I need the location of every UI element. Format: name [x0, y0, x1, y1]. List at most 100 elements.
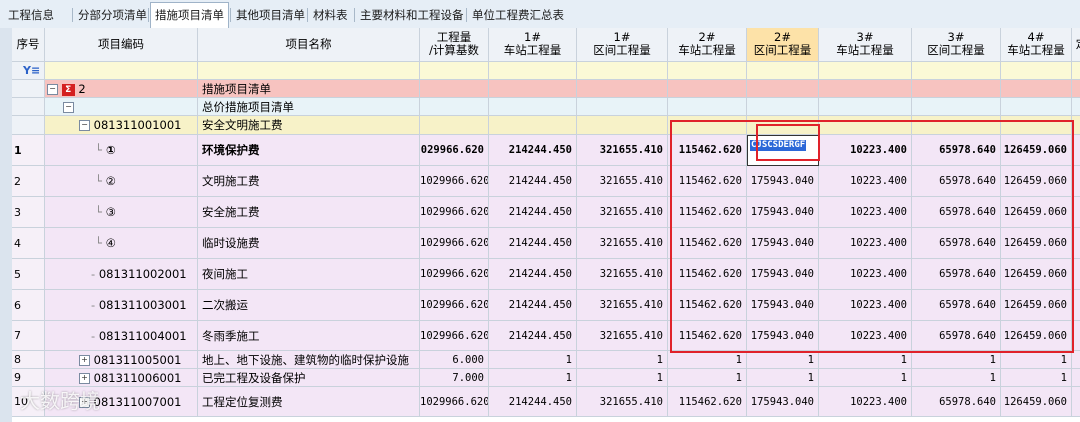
tab-1[interactable]: 分部分项清单: [74, 3, 151, 27]
row-value[interactable]: 1: [577, 351, 668, 369]
row-value[interactable]: 126459.060: [1001, 321, 1072, 351]
row-value[interactable]: 321655.410: [577, 290, 668, 321]
column-header-3[interactable]: 工程量/计算基数: [420, 28, 489, 62]
row-value[interactable]: 126459.060: [1001, 197, 1072, 228]
row-value[interactable]: 1029966.620: [420, 290, 489, 321]
filter-cell[interactable]: [577, 62, 668, 80]
row-value[interactable]: 1029966.620: [420, 228, 489, 259]
expand-icon[interactable]: +: [79, 355, 90, 366]
row-value[interactable]: 1029966.620: [420, 387, 489, 417]
row-value[interactable]: 214244.450: [489, 321, 577, 351]
row-value[interactable]: 1: [668, 369, 747, 387]
row-value[interactable]: [747, 98, 819, 116]
row-value[interactable]: 115462.620: [668, 387, 747, 417]
row-value[interactable]: [1001, 80, 1072, 98]
column-header-4[interactable]: 1# 车站工程量: [489, 28, 577, 62]
row-value[interactable]: 1: [1001, 351, 1072, 369]
filter-cell[interactable]: [1001, 62, 1072, 80]
row-value[interactable]: 214244.450: [489, 228, 577, 259]
row-value[interactable]: 1: [912, 351, 1001, 369]
row-value[interactable]: 1: [819, 369, 912, 387]
filter-cell[interactable]: [198, 62, 420, 80]
row-name[interactable]: 环境保护费: [198, 135, 420, 166]
column-header-7[interactable]: 2# 区间工程量: [747, 28, 819, 62]
row-value[interactable]: [912, 116, 1001, 135]
row-name[interactable]: 已完工程及设备保护: [198, 369, 420, 387]
row-value[interactable]: 115462.620: [668, 166, 747, 197]
collapse-icon[interactable]: −: [79, 120, 90, 131]
row-value[interactable]: [747, 116, 819, 135]
filter-cell[interactable]: [912, 62, 1001, 80]
filter-cell[interactable]: [489, 62, 577, 80]
row-value[interactable]: 115462.620: [668, 135, 747, 166]
row-value[interactable]: 10223.400: [819, 259, 912, 290]
row-value[interactable]: 029966.620: [420, 135, 489, 166]
row-value[interactable]: [489, 98, 577, 116]
row-name[interactable]: 安全文明施工费: [198, 116, 420, 135]
row-value[interactable]: 1: [577, 369, 668, 387]
row-value[interactable]: [819, 80, 912, 98]
row-value[interactable]: 175943.040: [747, 321, 819, 351]
expand-icon[interactable]: +: [79, 373, 90, 384]
column-header-1[interactable]: 项目编码: [45, 28, 198, 62]
row-value[interactable]: 175943.040: [747, 228, 819, 259]
row-value[interactable]: [668, 116, 747, 135]
row-value[interactable]: 115462.620: [668, 259, 747, 290]
row-value[interactable]: 321655.410: [577, 228, 668, 259]
tab-0[interactable]: 工程信息: [4, 3, 58, 27]
column-header-9[interactable]: 3# 区间工程量: [912, 28, 1001, 62]
row-code[interactable]: - 081311004001: [45, 321, 198, 351]
row-value[interactable]: 321655.410: [577, 259, 668, 290]
row-code[interactable]: − 081311001001: [45, 116, 198, 135]
row-value[interactable]: [912, 98, 1001, 116]
row-value[interactable]: [420, 80, 489, 98]
row-code[interactable]: └ ①: [45, 135, 198, 166]
row-value[interactable]: 7.000: [420, 369, 489, 387]
row-value[interactable]: 1: [489, 351, 577, 369]
row-value[interactable]: 10223.400: [819, 135, 912, 166]
row-value[interactable]: 1: [747, 369, 819, 387]
row-name[interactable]: 总价措施项目清单: [198, 98, 420, 116]
row-value[interactable]: 115462.620: [668, 197, 747, 228]
row-code[interactable]: − Σ 2: [45, 80, 198, 98]
row-value[interactable]: [420, 116, 489, 135]
row-value[interactable]: 214244.450: [489, 259, 577, 290]
funnel-icon[interactable]: Y≡: [23, 64, 40, 77]
row-value[interactable]: 126459.060: [1001, 387, 1072, 417]
filter-cell[interactable]: [668, 62, 747, 80]
row-value[interactable]: 10223.400: [819, 321, 912, 351]
row-code[interactable]: └ ②: [45, 166, 198, 197]
row-value[interactable]: 321655.410: [577, 321, 668, 351]
row-value[interactable]: 175943.040: [747, 290, 819, 321]
row-name[interactable]: 措施项目清单: [198, 80, 420, 98]
row-value[interactable]: 115462.620: [668, 321, 747, 351]
row-value[interactable]: [819, 116, 912, 135]
row-value[interactable]: [577, 116, 668, 135]
tab-3[interactable]: 其他项目清单: [232, 3, 309, 27]
row-value[interactable]: 10223.400: [819, 197, 912, 228]
row-value[interactable]: 1: [747, 351, 819, 369]
column-header-11[interactable]: 定: [1072, 28, 1080, 62]
tab-2[interactable]: 措施项目清单: [150, 2, 229, 30]
row-value[interactable]: 65978.640: [912, 135, 1001, 166]
row-value[interactable]: 115462.620: [668, 228, 747, 259]
row-value[interactable]: 65978.640: [912, 166, 1001, 197]
row-value[interactable]: [577, 98, 668, 116]
row-value[interactable]: 321655.410: [577, 135, 668, 166]
row-value[interactable]: 1: [912, 369, 1001, 387]
row-value[interactable]: 1: [1001, 369, 1072, 387]
row-value[interactable]: [912, 80, 1001, 98]
row-value[interactable]: 1029966.620: [420, 166, 489, 197]
row-value[interactable]: 1029966.620: [420, 259, 489, 290]
row-value[interactable]: 126459.060: [1001, 259, 1072, 290]
column-header-6[interactable]: 2# 车站工程量: [668, 28, 747, 62]
row-value[interactable]: CJSCSDERGF: [747, 135, 819, 166]
row-value[interactable]: [1001, 98, 1072, 116]
row-value[interactable]: 115462.620: [668, 290, 747, 321]
row-value[interactable]: 214244.450: [489, 290, 577, 321]
row-name[interactable]: 冬雨季施工: [198, 321, 420, 351]
row-value[interactable]: 65978.640: [912, 197, 1001, 228]
row-value[interactable]: [668, 98, 747, 116]
row-value[interactable]: [489, 116, 577, 135]
row-value[interactable]: 321655.410: [577, 166, 668, 197]
